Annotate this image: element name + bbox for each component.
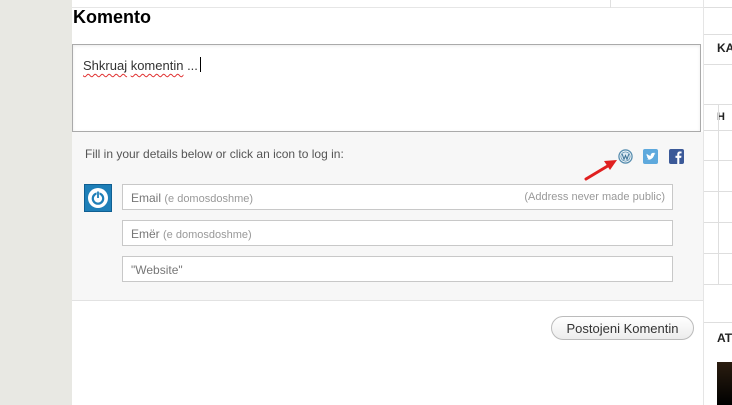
- divider: [704, 7, 732, 8]
- email-privacy-note: (Address never made public): [524, 191, 665, 203]
- twitter-icon[interactable]: [643, 149, 658, 164]
- website-field[interactable]: "Website": [122, 256, 673, 282]
- post-comment-button[interactable]: Postojeni Komentin: [551, 316, 694, 340]
- divider: [704, 222, 732, 223]
- website-label: "Website": [131, 263, 183, 277]
- facebook-icon[interactable]: [669, 149, 684, 164]
- divider: [72, 7, 703, 8]
- divider: [610, 0, 611, 8]
- divider: [704, 160, 732, 161]
- login-prompt: Fill in your details below or click an i…: [85, 147, 344, 161]
- comment-textarea[interactable]: Shkruaj komentin ...: [72, 44, 701, 132]
- login-details-panel: Fill in your details below or click an i…: [72, 132, 703, 301]
- sidebar-heading: AT: [717, 331, 732, 345]
- divider: [704, 130, 732, 131]
- email-label: Email (e domosdoshme): [131, 191, 254, 205]
- divider: [704, 64, 732, 65]
- comments-title: Komento: [73, 7, 151, 27]
- left-rail: [0, 0, 72, 405]
- divider: [704, 284, 732, 285]
- avatar: [84, 184, 112, 212]
- red-arrow-icon: [584, 160, 617, 181]
- sidebar-thumbnail[interactable]: [717, 362, 732, 405]
- comment-text: Shkruaj komentin ...: [83, 57, 201, 73]
- power-icon: [88, 188, 108, 208]
- name-field[interactable]: Emër (e domosdoshme): [122, 220, 673, 246]
- name-label: Emër (e domosdoshme): [131, 227, 252, 241]
- divider: [704, 322, 732, 323]
- comments-section: Komento Shkruaj komentin ... Fill in you…: [72, 0, 704, 405]
- divider: [704, 191, 732, 192]
- divider: [704, 34, 732, 35]
- sidebar-heading: KA: [717, 41, 732, 55]
- sidebar: KA H AT: [704, 0, 732, 405]
- divider: [718, 104, 719, 284]
- divider: [704, 253, 732, 254]
- email-field[interactable]: Email (e domosdoshme) (Address never mad…: [122, 184, 673, 210]
- wordpress-icon[interactable]: [618, 149, 633, 164]
- text-caret: [199, 57, 201, 72]
